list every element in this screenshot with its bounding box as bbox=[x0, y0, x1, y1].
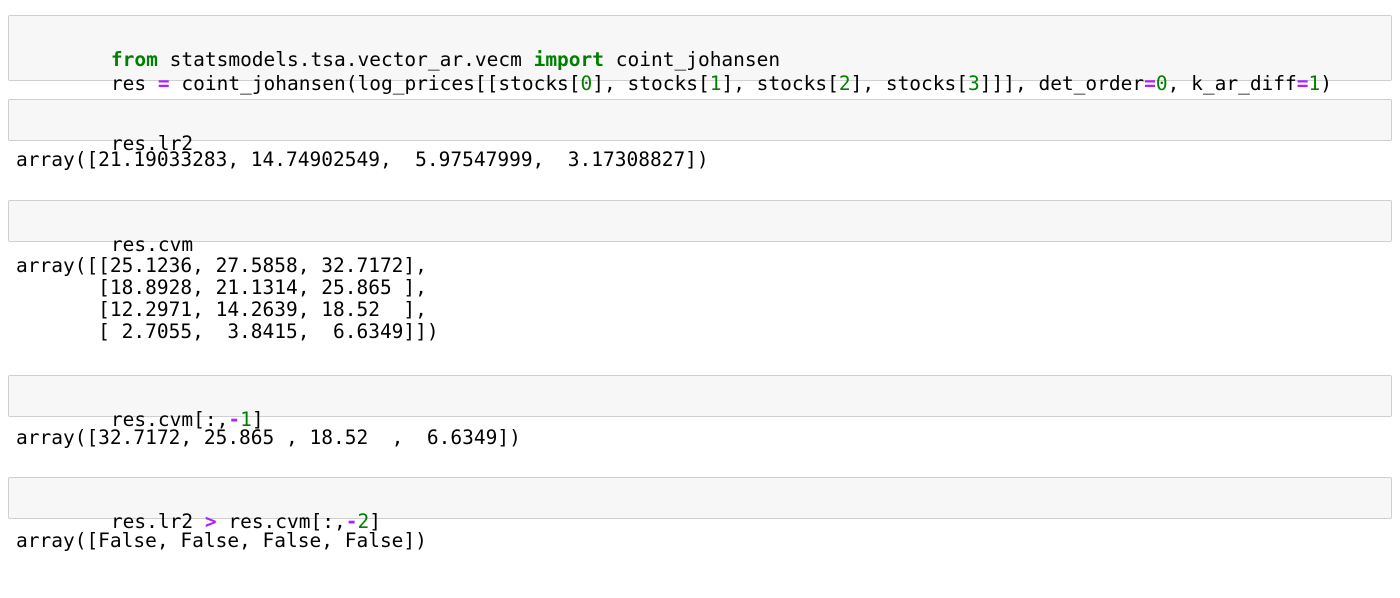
code-token: res bbox=[110, 72, 158, 95]
code-token: res.cvm bbox=[110, 233, 194, 256]
code-cell-4-input[interactable]: res.cvm[:,-1] bbox=[8, 375, 1392, 431]
number-token: 0 bbox=[580, 72, 593, 95]
operator-token: = bbox=[1144, 72, 1156, 95]
code-cell-1-input[interactable]: from statsmodels.tsa.vector_ar.vecm impo… bbox=[8, 15, 1392, 95]
output-line: [12.2971, 14.2639, 18.52 ], bbox=[16, 298, 427, 321]
output-line: [ 2.7055, 3.8415, 6.6349]]) bbox=[16, 320, 439, 343]
code-token: , k_ar_diff bbox=[1167, 72, 1297, 95]
number-token: 1 bbox=[1308, 72, 1321, 95]
operator-token: = bbox=[1296, 72, 1309, 95]
code-cell-5-input[interactable]: res.lr2 > res.cvm[:,-2] bbox=[8, 477, 1392, 533]
code-token: coint_johansen(log_prices[[stocks[ bbox=[169, 72, 581, 95]
code-cell-5-output: array([False, False, False, False]) bbox=[16, 529, 427, 598]
number-token: 0 bbox=[1155, 72, 1168, 95]
output-line: array([21.19033283, 14.74902549, 5.97547… bbox=[16, 148, 709, 171]
number-token: 2 bbox=[838, 72, 851, 95]
number-token: 1 bbox=[709, 72, 722, 95]
operator-token: = bbox=[157, 72, 170, 95]
notebook: from statsmodels.tsa.vector_ar.vecm impo… bbox=[0, 0, 1400, 571]
output-line: [18.8928, 21.1314, 25.865 ], bbox=[16, 276, 427, 299]
code-token: ], stocks[ bbox=[850, 72, 969, 95]
code-cell-2-input[interactable]: res.lr2 bbox=[8, 99, 1392, 155]
number-token: 3 bbox=[968, 72, 980, 95]
code-token: ]]], det_order bbox=[979, 72, 1145, 95]
output-line: array([[25.1236, 27.5858, 32.7172], bbox=[16, 254, 427, 277]
code-cell-3-output: array([[25.1236, 27.5858, 32.7172], [18.… bbox=[16, 254, 439, 392]
output-line: array([32.7172, 25.865 , 18.52 , 6.6349]… bbox=[16, 426, 521, 449]
code-token: ], stocks[ bbox=[721, 72, 839, 95]
code-token: ) bbox=[1320, 72, 1333, 95]
code-cell-3-input[interactable]: res.cvm bbox=[8, 200, 1392, 256]
output-line: array([False, False, False, False]) bbox=[16, 529, 427, 552]
code-token: ], stocks[ bbox=[592, 72, 710, 95]
